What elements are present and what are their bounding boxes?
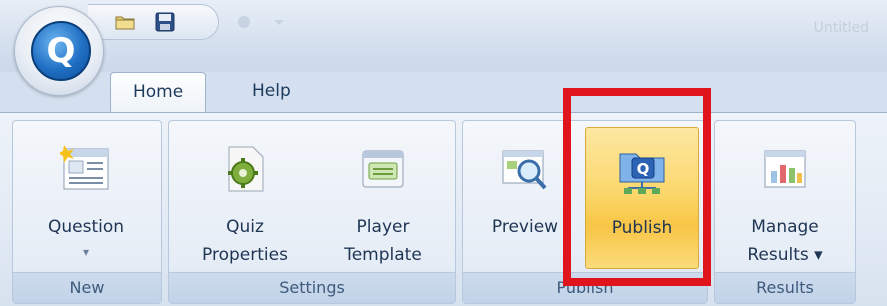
preview-button[interactable]: Preview	[473, 127, 577, 267]
save-icon[interactable]	[154, 11, 176, 33]
player-template-button[interactable]: Player Template	[317, 127, 449, 267]
question-label: Question	[47, 217, 125, 237]
question-icon	[60, 145, 109, 190]
group-label-new: New	[13, 272, 161, 303]
window-title: Untitled	[813, 20, 869, 36]
quick-access-toolbar	[88, 4, 219, 40]
ribbon-tab-strip: Home Help	[0, 72, 887, 114]
gear-document-icon	[228, 146, 264, 192]
group-new: Question ▾ New	[12, 120, 162, 304]
tab-home[interactable]: Home	[110, 72, 207, 113]
title-bar: Q Untitled	[0, 0, 887, 96]
group-label-results: Results	[715, 272, 855, 303]
preview-label: Preview	[491, 217, 559, 237]
application-button[interactable]: Q	[14, 6, 104, 96]
results-chart-icon	[764, 150, 806, 188]
player-template-label-line2: Template	[344, 245, 422, 265]
tab-help[interactable]: Help	[230, 72, 313, 112]
quiz-properties-button[interactable]: Quiz Properties	[179, 127, 311, 267]
player-template-label-line1: Player	[356, 217, 410, 237]
customize-toolbar-icon[interactable]	[234, 12, 294, 32]
manage-results-label-line1: Manage	[751, 217, 819, 237]
ribbon: Question ▾ New Quiz Properties Player Te…	[0, 112, 887, 306]
open-folder-icon[interactable]	[114, 11, 136, 33]
player-template-icon	[362, 150, 404, 188]
highlight-box	[563, 88, 711, 286]
manage-results-button[interactable]: Manage Results ▾	[723, 127, 847, 267]
preview-magnifier-icon	[502, 150, 547, 190]
quiz-properties-label-line1: Quiz	[226, 217, 264, 237]
app-logo-icon: Q	[31, 21, 91, 81]
group-label-settings: Settings	[169, 272, 455, 303]
group-results: Manage Results ▾ Results	[714, 120, 856, 304]
group-settings: Quiz Properties Player Template Settings	[168, 120, 456, 304]
question-dropdown-caret: ▾	[82, 245, 90, 259]
quiz-properties-label-line2: Properties	[202, 245, 288, 265]
manage-results-label-line2: Results ▾	[747, 245, 823, 265]
question-button[interactable]: Question ▾	[21, 127, 151, 267]
